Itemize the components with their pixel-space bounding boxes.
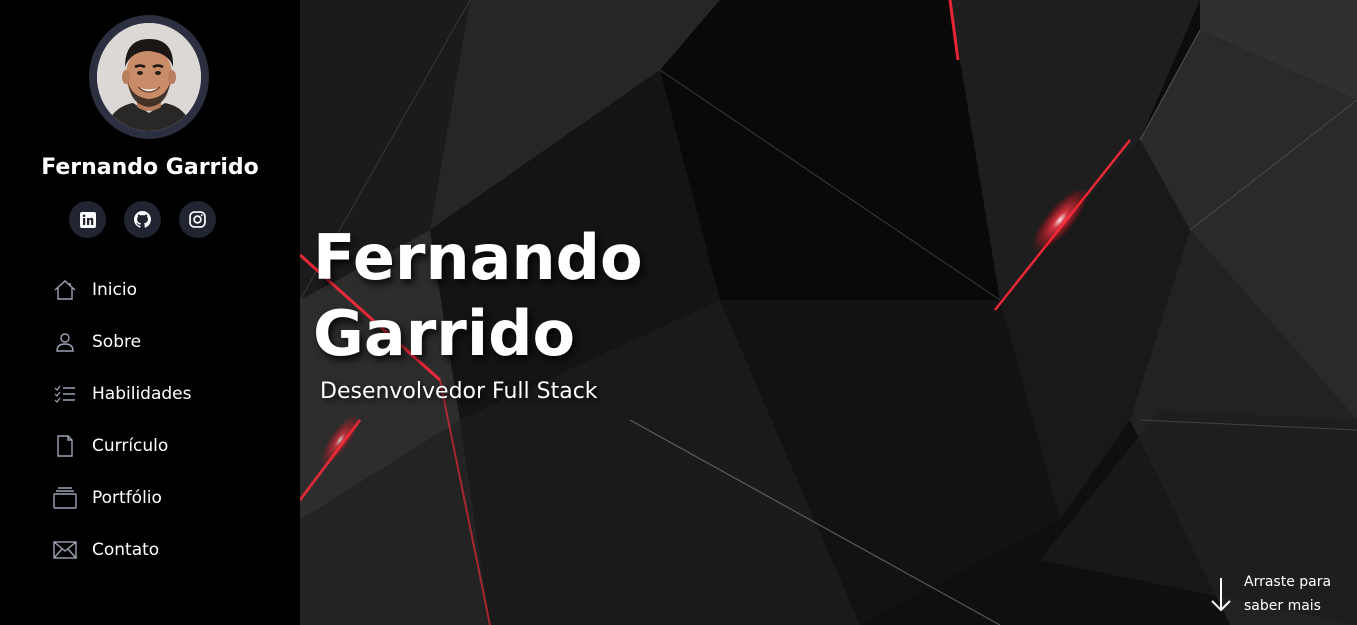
hero-title-line2: Garrido — [313, 297, 576, 370]
nav-label-sobre: Sobre — [92, 332, 142, 352]
user-icon — [52, 329, 78, 355]
github-link[interactable] — [124, 201, 161, 238]
scroll-down-hint[interactable]: Arraste para saber mais — [1208, 570, 1344, 618]
linkedin-link[interactable] — [69, 201, 106, 238]
hero-subtitle: Desenvolvedor Full Stack — [320, 379, 598, 404]
nav-label-habilidades: Habilidades — [92, 384, 192, 404]
nav-item-portfolio[interactable]: Portfólio — [52, 472, 191, 524]
nav-label-curriculo: Currículo — [92, 436, 169, 456]
scroll-hint-line1: Arraste para — [1244, 574, 1332, 590]
envelope-icon — [52, 537, 78, 563]
nav-item-contato[interactable]: Contato — [52, 524, 191, 576]
scroll-hint-line2: saber mais — [1244, 598, 1321, 614]
hero-title: Fernando Garrido — [313, 220, 713, 372]
profile-name: Fernando Garrido — [41, 155, 259, 180]
nav-label-inicio: Inicio — [92, 280, 137, 300]
instagram-icon — [189, 211, 206, 228]
scroll-hint-text: Arraste para saber mais — [1244, 570, 1344, 618]
github-icon — [134, 211, 151, 228]
social-links — [69, 201, 216, 238]
arrow-down-icon — [1211, 578, 1231, 612]
nav-item-habilidades[interactable]: Habilidades — [52, 368, 191, 420]
list-check-icon — [52, 381, 78, 407]
avatar-frame — [89, 15, 209, 139]
hero-section: Fernando Garrido Desenvolvedor Full Stac… — [300, 0, 1357, 625]
home-icon — [52, 277, 78, 303]
nav-item-sobre[interactable]: Sobre — [52, 316, 191, 368]
instagram-link[interactable] — [179, 201, 216, 238]
sidebar: Fernando Garrido Inicio Sobre Habilidade… — [0, 0, 300, 625]
nav-item-inicio[interactable]: Inicio — [52, 264, 191, 316]
nav-label-portfolio: Portfólio — [92, 488, 162, 508]
avatar[interactable] — [97, 23, 201, 131]
file-icon — [52, 433, 78, 459]
main-nav: Inicio Sobre Habilidades Currículo Portf… — [52, 264, 191, 576]
collection-icon — [52, 485, 78, 511]
nav-label-contato: Contato — [92, 540, 160, 560]
nav-item-curriculo[interactable]: Currículo — [52, 420, 191, 472]
hero-title-line1: Fernando — [313, 221, 643, 294]
linkedin-icon — [79, 211, 96, 228]
